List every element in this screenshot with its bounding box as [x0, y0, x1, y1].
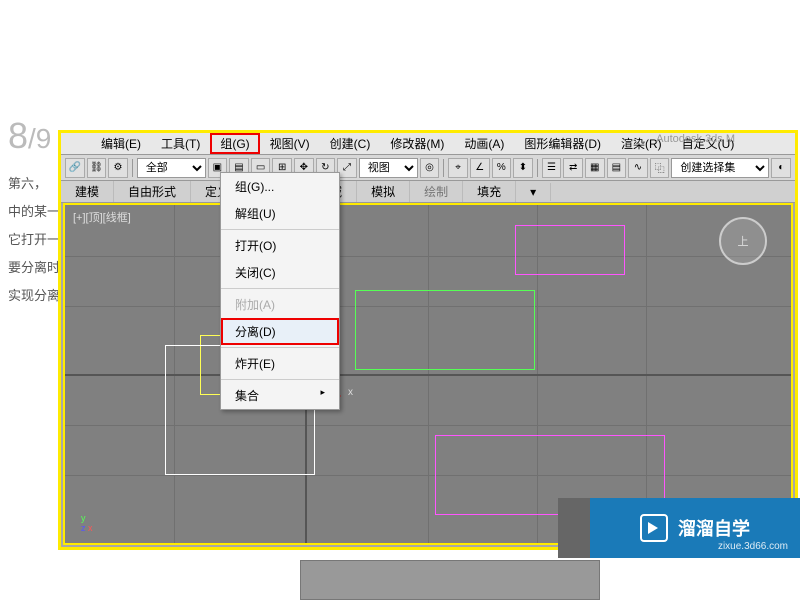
tab-draw[interactable]: 绘制 — [410, 181, 463, 202]
schematic-icon[interactable]: ⿻ — [650, 158, 670, 178]
layers-icon[interactable]: ▤ — [607, 158, 627, 178]
menu-create[interactable]: 创建(C) — [320, 133, 381, 154]
bottom-bar — [300, 560, 600, 600]
percent-snap-icon[interactable]: % — [492, 158, 512, 178]
scale-icon[interactable]: ⤢ — [337, 158, 357, 178]
ribbon-tabs: 建模 自由形式 定义流 定义空闭区域 模拟 绘制 填充 ▾ — [61, 181, 795, 203]
filter-select[interactable]: 全部 — [137, 158, 206, 178]
menu-item-detach[interactable]: 分离(D) — [221, 318, 339, 345]
angle-snap-icon[interactable]: ∠ — [470, 158, 490, 178]
menu-tools[interactable]: 工具(T) — [151, 133, 210, 154]
page-counter: 8/9 — [8, 115, 51, 157]
tab-sim[interactable]: 模拟 — [357, 181, 410, 202]
coord-select[interactable]: 视图 — [359, 158, 418, 178]
spinner-snap-icon[interactable]: ⬍ — [513, 158, 533, 178]
unlink-icon[interactable]: ⛓ — [87, 158, 107, 178]
shape-green[interactable] — [355, 290, 535, 370]
snap-icon[interactable]: ⌖ — [448, 158, 468, 178]
pivot-icon[interactable]: ◎ — [420, 158, 440, 178]
curve-editor-icon[interactable]: ∿ — [628, 158, 648, 178]
tab-populate[interactable]: 填充 — [463, 181, 516, 202]
menu-item-attach: 附加(A) — [221, 291, 339, 318]
play-icon — [640, 514, 668, 542]
menu-edit[interactable]: 编辑(E) — [91, 133, 151, 154]
viewport-label[interactable]: [+][顶][线框] — [73, 209, 131, 225]
tab-collapse-icon[interactable]: ▾ — [516, 183, 551, 201]
menu-item-open[interactable]: 打开(O) — [221, 232, 339, 259]
title-bar-text: Autodesk 3ds M — [656, 133, 735, 145]
viewport[interactable]: [+][顶][线框] x y z x 上 — [63, 203, 793, 545]
named-sets-icon[interactable]: ☰ — [542, 158, 562, 178]
material-icon[interactable]: ◐ — [771, 158, 791, 178]
shape-magenta-1[interactable] — [515, 225, 625, 275]
menu-modifier[interactable]: 修改器(M) — [380, 133, 454, 154]
tab-freeform[interactable]: 自由形式 — [114, 181, 191, 202]
menu-item-group[interactable]: 组(G)... — [221, 173, 339, 200]
menu-view[interactable]: 视图(V) — [260, 133, 320, 154]
gray-strip — [558, 498, 590, 558]
bind-icon[interactable]: ⚙ — [108, 158, 128, 178]
toolbar: 🔗 ⛓ ⚙ 全部 ▣ ▤ ▭ ⊞ ✥ ↻ ⤢ 视图 ◎ ⌖ ∠ % ⬍ ☰ ⇄ … — [61, 155, 795, 181]
mirror-icon[interactable]: ⇄ — [563, 158, 583, 178]
link-icon[interactable]: 🔗 — [65, 158, 85, 178]
viewcube[interactable]: 上 — [719, 217, 767, 265]
menu-graph-editor[interactable]: 图形编辑器(D) — [514, 133, 611, 154]
menu-item-close[interactable]: 关闭(C) — [221, 259, 339, 286]
menu-item-explode[interactable]: 炸开(E) — [221, 350, 339, 377]
align-icon[interactable]: ▦ — [585, 158, 605, 178]
selection-set-select[interactable]: 创建选择集 — [671, 158, 769, 178]
tab-modeling[interactable]: 建模 — [61, 181, 114, 202]
menu-group[interactable]: 组(G) — [210, 133, 259, 154]
side-text: 第六， 中的某一 它打开一 要分离时 实现分离 — [8, 170, 60, 310]
app-window: Autodesk 3ds M 编辑(E) 工具(T) 组(G) 视图(V) 创建… — [58, 130, 798, 550]
menu-animate[interactable]: 动画(A) — [454, 133, 514, 154]
watermark: 溜溜自学 zixue.3d66.com — [590, 498, 800, 558]
menu-item-ungroup[interactable]: 解组(U) — [221, 200, 339, 227]
axis-indicator: y z x — [81, 513, 93, 533]
group-dropdown: 组(G)... 解组(U) 打开(O) 关闭(C) 附加(A) 分离(D) 炸开… — [220, 172, 340, 410]
menu-item-assembly[interactable]: 集合 — [221, 382, 339, 409]
